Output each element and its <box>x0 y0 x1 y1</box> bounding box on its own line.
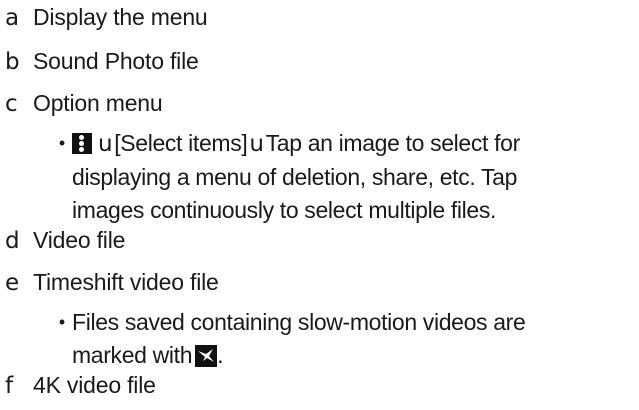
note-text: marked with <box>72 342 193 368</box>
item-label: Display the menu <box>33 4 208 30</box>
vertical-dots-menu-icon <box>72 133 92 154</box>
timeshift-note: • Files saved containing slow-motion vid… <box>59 306 526 372</box>
option-menu-note: • u[Select items]uTap an image to select… <box>59 127 520 227</box>
list-item-d: d Video file <box>5 225 125 256</box>
item-label: 4K video file <box>33 372 156 398</box>
item-letter: c <box>5 91 18 117</box>
item-label: Video file <box>33 227 126 253</box>
note-line: u[Select items]uTap an image to select f… <box>72 127 520 161</box>
item-letter: f <box>5 373 14 399</box>
item-label: Timeshift video file <box>33 269 219 295</box>
list-item-c: c Option menu <box>5 88 163 119</box>
note-text: Tap an image to select for <box>265 130 521 156</box>
list-item-a: a Display the menu <box>5 2 208 33</box>
list-item-f: f 4K video file <box>5 370 156 401</box>
bullet: • <box>58 312 66 332</box>
item-label: Option menu <box>33 90 163 116</box>
separator-arrow: u <box>98 131 113 157</box>
item-letter: e <box>5 270 20 296</box>
item-label: Sound Photo file <box>33 48 199 74</box>
slow-motion-bird-icon <box>195 345 218 367</box>
item-letter: a <box>5 5 20 31</box>
list-item-e: e Timeshift video file <box>5 267 219 298</box>
select-items-label: [Select items] <box>114 130 248 156</box>
item-letter: d <box>5 228 20 254</box>
separator-arrow: u <box>249 131 264 157</box>
list-item-b: b Sound Photo file <box>5 46 199 77</box>
legend-list: a Display the menu b Sound Photo file c Opt… <box>0 0 639 410</box>
note-line: images continuously to select multiple f… <box>72 197 497 223</box>
note-line: marked with . <box>72 339 525 372</box>
bullet: • <box>58 133 66 153</box>
item-letter: b <box>5 49 20 75</box>
note-line: displaying a menu of deletion, share, et… <box>72 164 518 190</box>
note-period: . <box>217 342 224 368</box>
note-line: Files saved containing slow-motion video… <box>72 309 526 335</box>
